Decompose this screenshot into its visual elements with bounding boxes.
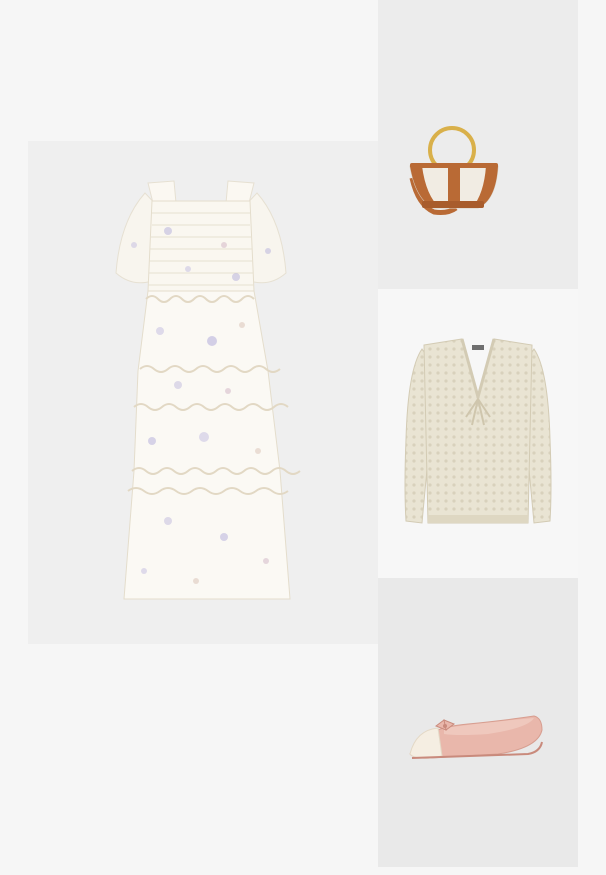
product-tile-shoes[interactable] [378, 578, 578, 867]
crochet-tie-front-cardigan-image [404, 338, 552, 524]
leather-ring-handle-tote-bag-image [409, 126, 499, 215]
pink-bow-ballet-flat-image [409, 715, 543, 759]
floral-tiered-maxi-dress-image [115, 180, 301, 600]
product-tile-bag[interactable] [378, 0, 578, 289]
product-tile-cardigan[interactable] [378, 289, 578, 578]
product-tile-dress[interactable] [28, 141, 378, 644]
